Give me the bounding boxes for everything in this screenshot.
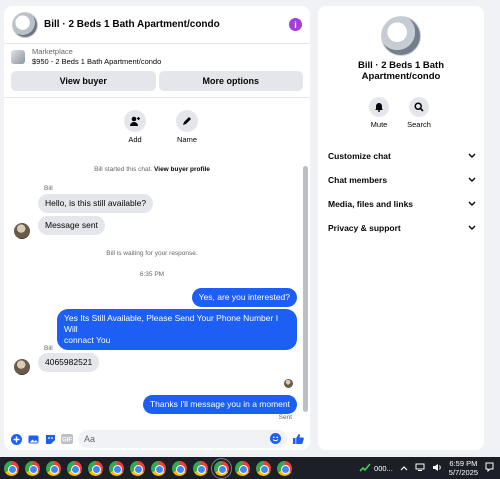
chevron-down-icon xyxy=(468,151,476,161)
scrollbar[interactable] xyxy=(303,166,308,412)
listing-thumbnail xyxy=(11,49,25,64)
more-options-button[interactable]: More options xyxy=(158,71,303,91)
incoming-message[interactable]: Message sent xyxy=(38,216,105,235)
system-tray: 000... 6:59 PM 5/7/2025 xyxy=(359,459,500,477)
chevron-down-icon xyxy=(468,175,476,185)
outgoing-message[interactable]: Thanks I'll message you in a moment xyxy=(142,395,297,414)
incoming-message[interactable]: 4065982521 xyxy=(38,353,100,372)
section-media-files-links[interactable]: Media, files and links xyxy=(328,192,476,216)
chrome-icon[interactable] xyxy=(256,460,271,476)
timestamp: 6:35 PM xyxy=(139,271,165,278)
stock-value: 000... xyxy=(374,463,393,473)
stock-widget[interactable]: 000... xyxy=(359,462,393,474)
outgoing-message[interactable]: Yes, are you interested? xyxy=(191,288,297,307)
details-title: Bill · 2 Beds 1 Bath Apartment/condo xyxy=(357,60,445,82)
chrome-icon[interactable] xyxy=(4,460,19,476)
taskbar-apps xyxy=(0,457,359,479)
volume-icon[interactable] xyxy=(432,463,442,474)
chevron-down-icon xyxy=(468,223,476,233)
chat-header: Bill · 2 Beds 1 Bath Apartment/condo i xyxy=(4,6,310,44)
chrome-icon[interactable] xyxy=(25,460,40,476)
name-label: Name xyxy=(176,135,197,144)
bell-icon[interactable] xyxy=(369,97,389,117)
plus-icon[interactable] xyxy=(10,433,22,445)
details-sections: Customize chat Chat members Media, files… xyxy=(328,144,476,240)
chrome-icon[interactable] xyxy=(277,460,292,476)
add-action[interactable]: Add xyxy=(120,110,150,144)
sender-name: Bill xyxy=(44,185,53,192)
section-privacy-support[interactable]: Privacy & support xyxy=(328,216,476,240)
listing-name: $950 - 2 Beds 1 Bath Apartment/condo xyxy=(32,56,162,66)
sender-name: Bill xyxy=(44,345,53,352)
incoming-message[interactable]: Hello, is this still available? xyxy=(38,194,154,213)
mute-action[interactable]: Mute xyxy=(367,97,391,129)
message-placeholder: Aa xyxy=(84,434,96,444)
svg-text:GIF: GIF xyxy=(62,438,72,444)
view-buyer-profile-link[interactable]: View buyer profile xyxy=(154,166,210,173)
chrome-icon[interactable] xyxy=(235,460,250,476)
add-person-icon[interactable] xyxy=(124,110,146,132)
message-list: Add Name Bill started this chat. View bu… xyxy=(4,100,310,421)
chat-title[interactable]: Bill · 2 Beds 1 Bath Apartment/condo xyxy=(44,19,289,30)
chrome-icon[interactable] xyxy=(109,460,124,476)
chrome-icon[interactable] xyxy=(46,460,61,476)
chrome-icon[interactable] xyxy=(193,460,208,476)
gif-icon[interactable]: GIF xyxy=(61,433,73,445)
sender-avatar[interactable] xyxy=(14,359,30,375)
clock-date: 5/7/2025 xyxy=(448,468,478,477)
sent-status: Sent xyxy=(278,414,292,421)
network-icon[interactable] xyxy=(415,463,425,473)
seen-avatar xyxy=(284,379,293,388)
listing-category: Marketplace xyxy=(32,46,73,56)
waiting-notice: Bill is waiting for your response. xyxy=(106,250,198,257)
taskbar: 000... 6:59 PM 5/7/2025 xyxy=(0,457,500,479)
section-customize-chat[interactable]: Customize chat xyxy=(328,144,476,168)
chrome-icon[interactable] xyxy=(88,460,103,476)
section-chat-members[interactable]: Chat members xyxy=(328,168,476,192)
search-label: Search xyxy=(407,120,431,129)
listing-photo[interactable] xyxy=(381,16,421,56)
stock-chart-icon xyxy=(359,462,371,474)
view-buyer-button[interactable]: View buyer xyxy=(11,71,156,91)
message-input[interactable]: Aa xyxy=(78,430,287,448)
chat-panel: Bill · 2 Beds 1 Bath Apartment/condo i M… xyxy=(4,6,310,450)
name-action[interactable]: Name xyxy=(172,110,202,144)
emoji-icon[interactable] xyxy=(270,432,281,446)
clock[interactable]: 6:59 PM 5/7/2025 xyxy=(449,459,478,477)
listing-card[interactable]: Marketplace $950 - 2 Beds 1 Bath Apartme… xyxy=(4,44,310,69)
info-icon[interactable]: i xyxy=(289,18,302,31)
chrome-icon[interactable] xyxy=(151,460,166,476)
chrome-icon[interactable] xyxy=(172,460,187,476)
composer: GIF Aa xyxy=(4,428,310,450)
sticker-icon[interactable] xyxy=(44,433,56,445)
chevron-up-icon[interactable] xyxy=(400,464,408,473)
header-divider xyxy=(4,97,310,98)
pencil-icon[interactable] xyxy=(176,110,198,132)
mute-label: Mute xyxy=(370,120,388,129)
details-panel: Bill · 2 Beds 1 Bath Apartment/condo Mut… xyxy=(318,6,484,450)
thumbs-up-icon[interactable] xyxy=(292,433,304,445)
sender-avatar[interactable] xyxy=(14,223,30,239)
chrome-icon[interactable] xyxy=(211,457,232,479)
add-label: Add xyxy=(128,135,142,144)
chrome-icon[interactable] xyxy=(130,460,145,476)
chevron-down-icon xyxy=(468,199,476,209)
chrome-icon[interactable] xyxy=(67,460,82,476)
photo-icon[interactable] xyxy=(27,433,39,445)
outgoing-message[interactable]: Yes Its Still Available, Please Send You… xyxy=(57,309,297,350)
search-action[interactable]: Search xyxy=(407,97,431,129)
listing-avatar[interactable] xyxy=(12,11,38,38)
chat-started-notice: Bill started this chat. View buyer profi… xyxy=(94,166,210,173)
clock-time: 6:59 PM xyxy=(449,459,478,468)
search-icon[interactable] xyxy=(409,97,429,117)
notification-icon[interactable] xyxy=(485,462,494,474)
